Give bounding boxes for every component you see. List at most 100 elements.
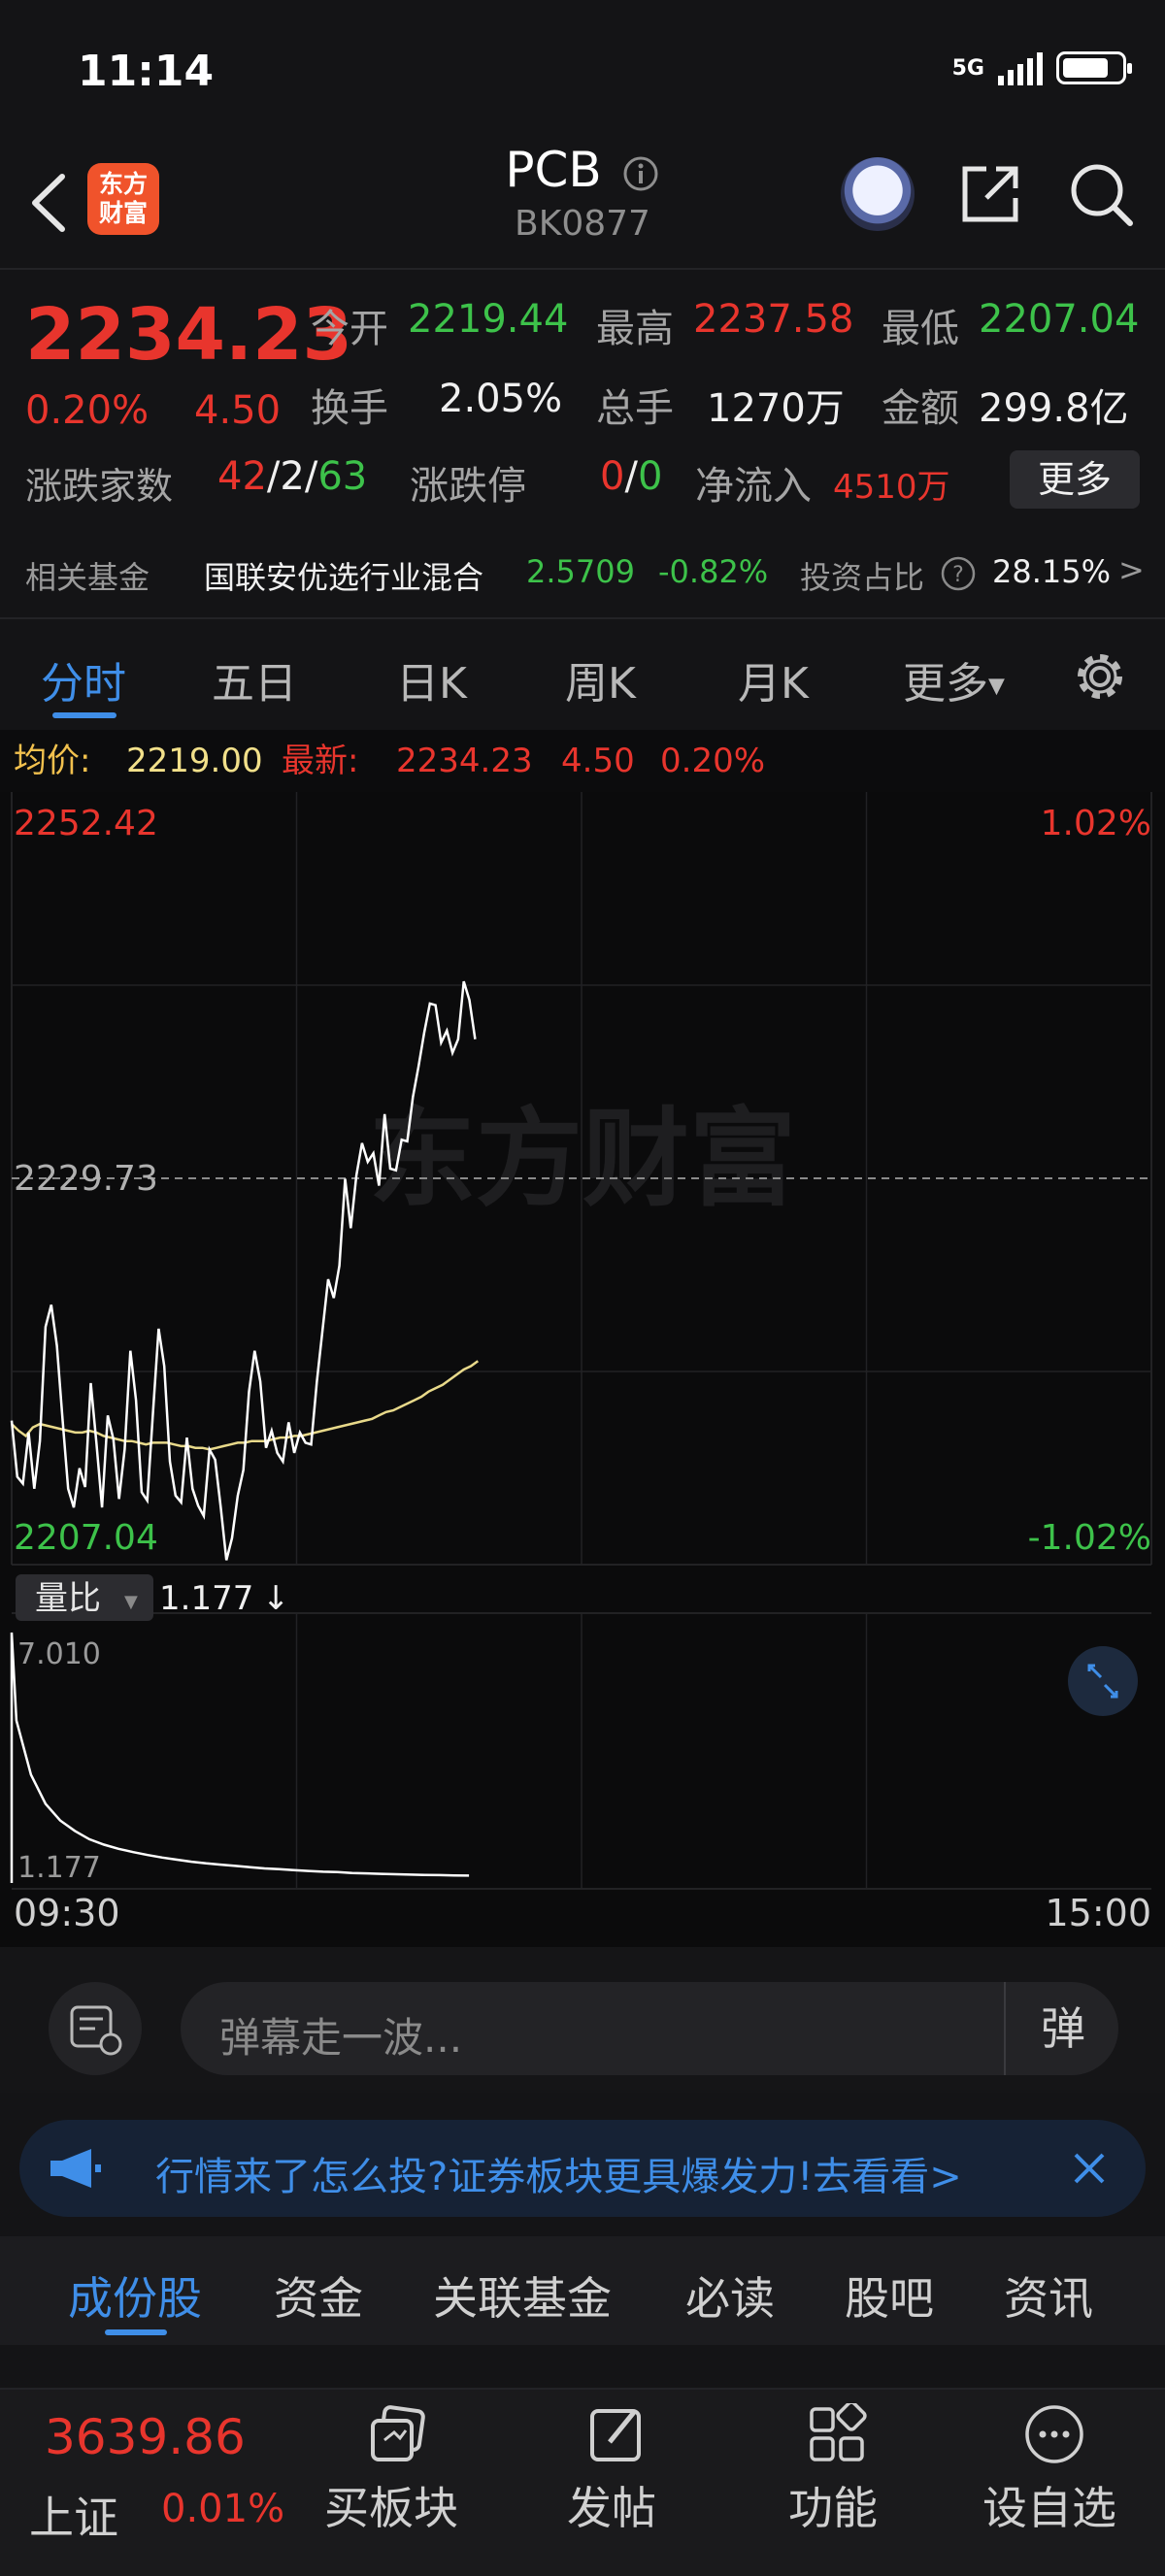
close-icon[interactable]	[1070, 2149, 1109, 2188]
more-button[interactable]: 更多	[1010, 450, 1140, 509]
danmu-input[interactable]: 弹幕走一波... 弹	[181, 1982, 1118, 2075]
breadth-up: 42	[217, 454, 267, 499]
caret-down-icon: ▼	[988, 674, 1005, 699]
tab-five-day[interactable]: 五日	[212, 648, 297, 710]
low-label: 最低	[882, 307, 959, 351]
active-tab-indicator	[105, 2329, 167, 2335]
danmu-toggle-button[interactable]: 弹	[1004, 1982, 1120, 2075]
status-time: 11:14	[78, 47, 215, 96]
limit-values: 0/0	[600, 454, 663, 499]
tab-intraday[interactable]: 分时	[41, 648, 126, 710]
help-icon[interactable]: ?	[940, 555, 977, 592]
price-info-row: 均价: 2219.00 最新: 2234.23 4.50 0.20%	[0, 730, 1165, 792]
tab-daily-k[interactable]: 日K	[396, 648, 467, 710]
volume-label: 总手	[596, 386, 674, 431]
time-start: 09:30	[14, 1892, 120, 1934]
open-label: 今开	[311, 307, 388, 351]
tab-news[interactable]: 资讯	[1004, 2263, 1093, 2328]
buy-sector-icon[interactable]	[365, 2403, 433, 2465]
pct-axis-min: -1.02%	[1028, 1518, 1151, 1558]
open-value: 2219.44	[408, 297, 569, 342]
breadth-values: 42/2/63	[217, 454, 368, 499]
latest-change: 4.50	[561, 742, 635, 780]
index-change: 0.01%	[161, 2487, 285, 2531]
turnover-label: 换手	[311, 386, 388, 431]
change-pct: 0.20%	[25, 388, 150, 433]
indicator-label: 量比	[35, 1579, 101, 1618]
megaphone-icon	[50, 2149, 101, 2188]
chart-canvas: 东方财富 2252.42 2229.73 2207.04 1.02% -1.02…	[10, 792, 1152, 1934]
latest-label: 最新:	[282, 742, 359, 780]
breadth-label: 涨跌家数	[25, 465, 174, 508]
nav-buy-sector[interactable]: 买板块	[324, 2473, 458, 2537]
nav-functions[interactable]: 功能	[788, 2473, 878, 2537]
intraday-chart[interactable]: 东方财富 2252.42 2229.73 2207.04 1.02% -1.02…	[0, 792, 1165, 1947]
tab-must-read[interactable]: 必读	[685, 2263, 775, 2328]
price-axis-min: 2207.04	[14, 1518, 158, 1558]
indicator-trend-arrow: ↓	[262, 1579, 290, 1618]
tab-related-funds[interactable]: 关联基金	[433, 2263, 612, 2328]
active-tab-indicator	[52, 712, 116, 718]
index-value[interactable]: 3639.86	[45, 2409, 246, 2465]
low-value: 2207.04	[979, 297, 1140, 342]
latest-change-pct: 0.20%	[660, 742, 766, 780]
functions-grid-icon[interactable]	[806, 2403, 868, 2465]
svg-text:?: ?	[952, 563, 964, 587]
dropdown-caret-icon: ▼	[124, 1592, 138, 1612]
status-icons: 5G	[951, 50, 1132, 85]
fund-name: 国联安优选行业混合	[204, 559, 484, 596]
share-icon[interactable]	[957, 161, 1023, 227]
chevron-right-icon: >	[1118, 551, 1145, 588]
tab-forum[interactable]: 股吧	[845, 2263, 934, 2328]
price-axis-mid: 2229.73	[14, 1159, 158, 1199]
amount-label: 金额	[882, 386, 959, 431]
fund-nav: 2.5709	[526, 553, 635, 590]
latest-value: 2234.23	[396, 742, 533, 780]
price-axis-max: 2252.42	[14, 804, 158, 843]
limit-down: 0	[637, 454, 663, 499]
volume-ratio-max: 7.010	[17, 1637, 101, 1671]
nav-post[interactable]: 发帖	[567, 2473, 656, 2537]
promo-banner[interactable]: 行情来了怎么投?证券板块更具爆发力!去看看>	[19, 2120, 1146, 2217]
quote-panel: 2234.23 0.20% 4.50 今开 2219.44 最高 2237.58…	[0, 268, 1165, 522]
danmu-row: 弹幕走一波... 弹	[0, 1947, 1165, 2093]
index-name[interactable]: 上证	[29, 2483, 118, 2547]
signal-icon	[998, 50, 1043, 85]
tab-weekly-k[interactable]: 周K	[565, 648, 636, 710]
volume-value: 1270万	[707, 386, 845, 431]
header: 东方财富 PCB BK0877	[0, 142, 1165, 266]
high-label: 最高	[596, 307, 674, 351]
related-fund-row[interactable]: 相关基金 国联安优选行业混合 2.5709 -0.82% 投资占比 ? 28.1…	[0, 532, 1165, 615]
danmu-settings-icon	[70, 2005, 122, 2056]
tab-more[interactable]: 更多▼	[903, 648, 1005, 710]
content-tabs: 成份股 资金 关联基金 必读 股吧 资讯	[0, 2236, 1165, 2345]
fund-ratio: 28.15%	[992, 553, 1112, 590]
pct-axis-max: 1.02%	[1041, 804, 1151, 843]
network-label: 5G	[951, 55, 984, 81]
post-icon[interactable]	[586, 2403, 649, 2465]
bottom-nav: 3639.86 上证 0.01% 买板块 发帖 功能 设自选	[0, 2388, 1165, 2576]
amount-value: 299.8亿	[979, 386, 1129, 431]
danmu-settings-button[interactable]	[49, 1982, 142, 2075]
nav-add-watchlist[interactable]: 设自选	[982, 2473, 1116, 2537]
time-end: 15:00	[1045, 1892, 1151, 1934]
info-icon[interactable]	[621, 154, 660, 193]
tab-funds-flow[interactable]: 资金	[274, 2263, 363, 2328]
inflow-label: 净流入	[695, 464, 812, 509]
fund-label: 相关基金	[25, 559, 150, 596]
chart-grid	[11, 792, 1152, 1890]
last-price: 2234.23	[25, 293, 353, 377]
settings-gear-icon[interactable]	[1072, 648, 1128, 705]
fund-change: -0.82%	[658, 553, 769, 590]
tab-monthly-k[interactable]: 月K	[738, 648, 809, 710]
avg-value: 2219.00	[126, 742, 263, 780]
avg-label: 均价:	[14, 742, 91, 780]
more-dots-icon[interactable]	[1023, 2403, 1085, 2465]
limit-up: 0	[600, 454, 625, 499]
search-icon[interactable]	[1066, 159, 1136, 229]
tab-constituents[interactable]: 成份股	[68, 2263, 202, 2328]
price-line	[10, 980, 477, 1561]
page-title: PCB	[505, 142, 602, 198]
robot-assistant-icon[interactable]	[841, 157, 915, 231]
tab-more-label: 更多	[903, 659, 988, 709]
